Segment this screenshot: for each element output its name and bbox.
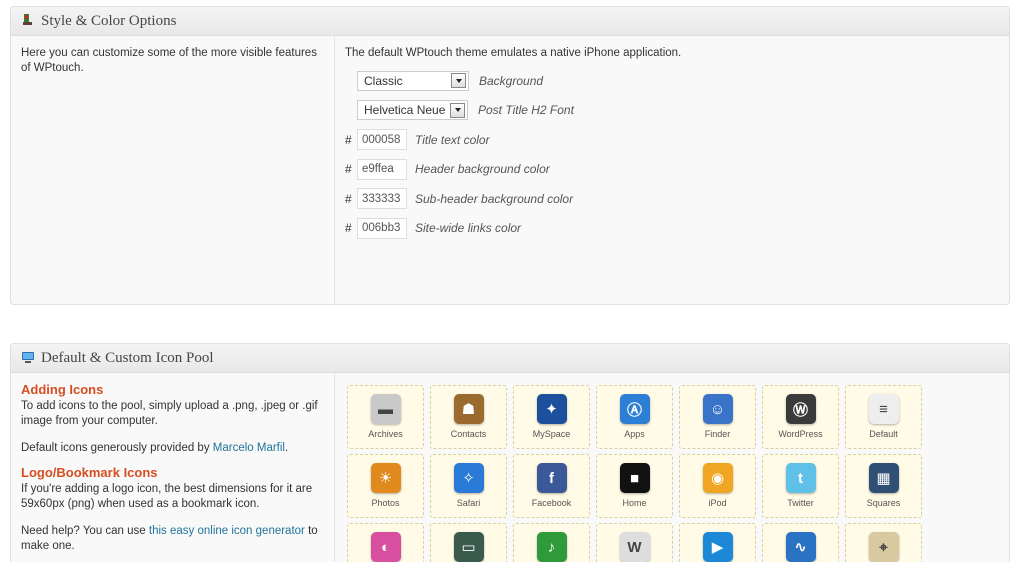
help-prefix: Need help? You can use bbox=[21, 525, 149, 537]
icon-caption: iPod bbox=[708, 498, 727, 508]
icon-pool-item[interactable]: ☺ Finder bbox=[679, 385, 756, 449]
icon-caption: Archives bbox=[368, 429, 403, 439]
icon-caption: Contacts bbox=[450, 429, 487, 439]
chevron-down-icon[interactable] bbox=[450, 102, 465, 118]
background-label: Background bbox=[479, 73, 544, 88]
marcelo-marfil-link[interactable]: Marcelo Marfil bbox=[213, 442, 285, 454]
theme-description: The default WPtouch theme emulates a nat… bbox=[345, 47, 682, 59]
panel-title: Style & Color Options bbox=[41, 12, 177, 29]
facebook-icon: f bbox=[536, 463, 567, 493]
icon-caption: Home bbox=[622, 498, 647, 508]
subheader-color-input[interactable]: 333333 bbox=[357, 188, 407, 210]
icon-pool-item[interactable]: ♪ bbox=[513, 523, 590, 562]
icon-pool-panel: Default & Custom Icon Pool Adding Icons … bbox=[10, 343, 1010, 562]
color-wheel-icon: ◐ bbox=[370, 532, 401, 562]
header-color-label: Header background color bbox=[415, 162, 550, 177]
icon-grid: ▬ Archives ☗ Contacts ✦ MySpace Ⓐ Apps ☺ Finder Ⓦ W… bbox=[347, 385, 999, 562]
icon-pool-item[interactable]: ▦ Squares bbox=[845, 454, 922, 518]
icon-caption: Facebook bbox=[531, 498, 572, 508]
header-color-input[interactable]: e9ffea bbox=[357, 158, 407, 180]
video-icon: ▶ bbox=[702, 532, 733, 562]
adding-icons-heading: Adding Icons bbox=[21, 382, 104, 397]
background-select-value: Classic bbox=[364, 73, 403, 88]
monitor-icon bbox=[21, 350, 35, 367]
icon-pool-item[interactable]: ◐ bbox=[347, 523, 424, 562]
icon-pool-item[interactable]: ☀ Photos bbox=[347, 454, 424, 518]
default-icon: ≡ bbox=[868, 394, 899, 424]
style-options-icon bbox=[21, 13, 35, 30]
font-label: Post Title H2 Font bbox=[478, 103, 574, 118]
wikipedia-icon: W bbox=[619, 532, 650, 562]
icon-pool-item[interactable]: f Facebook bbox=[513, 454, 590, 518]
apps-icon: Ⓐ bbox=[619, 394, 650, 424]
finder-icon: ☺ bbox=[702, 394, 733, 424]
card-icon: ▭ bbox=[453, 532, 484, 562]
icon-pool-item[interactable]: ▶ bbox=[679, 523, 756, 562]
archives-icon: ▬ bbox=[370, 394, 401, 424]
icon-pool-item[interactable]: ☗ Contacts bbox=[430, 385, 507, 449]
icon-caption: Photos bbox=[371, 498, 400, 508]
icon-pool-item[interactable]: ⌖ bbox=[845, 523, 922, 562]
icon-caption: Finder bbox=[704, 429, 731, 439]
twitter-icon: t bbox=[785, 463, 816, 493]
panel-header: Default & Custom Icon Pool bbox=[11, 344, 1009, 373]
style-color-panel: Style & Color Options Here you can custo… bbox=[10, 6, 1010, 305]
wordpress-icon: Ⓦ bbox=[785, 394, 816, 424]
font-select-value: Helvetica Neue bbox=[364, 103, 446, 118]
icon-caption: WordPress bbox=[778, 429, 823, 439]
microphone-icon: ♪ bbox=[536, 532, 567, 562]
icon-pool-item[interactable]: t Twitter bbox=[762, 454, 839, 518]
hash-symbol: # bbox=[345, 191, 352, 206]
credit-prefix: Default icons generously provided by bbox=[21, 442, 213, 454]
chevron-down-icon[interactable] bbox=[451, 73, 466, 89]
icon-caption: Safari bbox=[456, 498, 481, 508]
maps-icon: ⌖ bbox=[868, 532, 899, 562]
panel-header: Style & Color Options bbox=[11, 7, 1009, 36]
icon-pool-item[interactable]: ■ Home bbox=[596, 454, 673, 518]
help-text: Need help? You can use this easy online … bbox=[21, 524, 324, 554]
credit-text: Default icons generously provided by Mar… bbox=[21, 441, 324, 456]
icon-caption: Default bbox=[869, 429, 898, 439]
icon-pool-item[interactable]: W bbox=[596, 523, 673, 562]
icon-pool-item[interactable]: ◉ iPod bbox=[679, 454, 756, 518]
links-color-label: Site-wide links color bbox=[415, 221, 522, 236]
panel-title: Default & Custom Icon Pool bbox=[41, 349, 214, 366]
logo-icons-heading: Logo/Bookmark Icons bbox=[21, 465, 158, 480]
background-select[interactable]: Classic bbox=[357, 70, 469, 91]
home-icon: ■ bbox=[619, 463, 650, 493]
icon-caption: Apps bbox=[624, 429, 645, 439]
icon-generator-link[interactable]: this easy online icon generator bbox=[149, 525, 305, 537]
icon-caption: MySpace bbox=[532, 429, 571, 439]
section-description: Here you can customize some of the more … bbox=[21, 47, 317, 74]
safari-icon: ✧ bbox=[453, 463, 484, 493]
subheader-color-label: Sub-header background color bbox=[415, 191, 574, 206]
hash-symbol: # bbox=[345, 132, 352, 147]
icon-pool-item[interactable]: ∿ bbox=[762, 523, 839, 562]
myspace-icon: ✦ bbox=[536, 394, 567, 424]
icon-pool-item[interactable]: ▭ bbox=[430, 523, 507, 562]
links-color-input[interactable]: 006bb3 bbox=[357, 217, 407, 239]
icon-pool-item[interactable]: ✧ Safari bbox=[430, 454, 507, 518]
icon-pool-item[interactable]: ▬ Archives bbox=[347, 385, 424, 449]
ipod-icon: ◉ bbox=[702, 463, 733, 493]
hash-symbol: # bbox=[345, 162, 352, 177]
icon-pool-item[interactable]: Ⓦ WordPress bbox=[762, 385, 839, 449]
icon-caption: Twitter bbox=[787, 498, 814, 508]
adding-icons-text: To add icons to the pool, simply upload … bbox=[21, 400, 318, 427]
icon-pool-item[interactable]: ≡ Default bbox=[845, 385, 922, 449]
hash-symbol: # bbox=[345, 221, 352, 236]
title-color-label: Title text color bbox=[415, 132, 490, 147]
icon-pool-item[interactable]: Ⓐ Apps bbox=[596, 385, 673, 449]
logo-icons-text: If you're adding a logo icon, the best d… bbox=[21, 483, 313, 510]
photos-icon: ☀ bbox=[370, 463, 401, 493]
font-select[interactable]: Helvetica Neue bbox=[357, 100, 468, 121]
stocks-icon: ∿ bbox=[785, 532, 816, 562]
contacts-icon: ☗ bbox=[453, 394, 484, 424]
title-color-input[interactable]: 000058 bbox=[357, 129, 407, 151]
icon-caption: Squares bbox=[866, 498, 901, 508]
squares-icon: ▦ bbox=[868, 463, 899, 493]
credit-suffix: . bbox=[285, 442, 289, 454]
icon-pool-item[interactable]: ✦ MySpace bbox=[513, 385, 590, 449]
